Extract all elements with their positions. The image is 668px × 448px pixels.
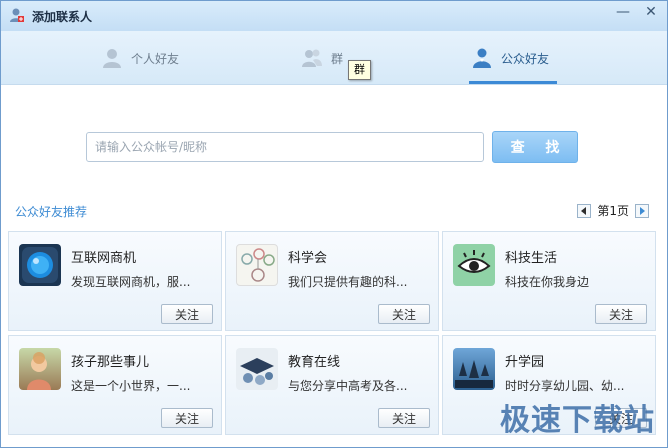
avatar [453, 348, 495, 390]
recommend-card[interactable]: 科技生活 科技在你我身边 关注 [442, 231, 656, 331]
internet-business-icon [22, 247, 58, 283]
card-name: 科技生活 [505, 251, 558, 266]
minimize-icon: — [616, 4, 630, 20]
card-desc: 与您分享中高考及各... [288, 379, 408, 393]
child-photo-icon [27, 352, 51, 390]
follow-button[interactable]: 关注 [161, 408, 213, 428]
window-title: 添加联系人 [32, 10, 93, 24]
card-desc: 这是一个小世界，一... [71, 379, 191, 393]
watermark: 极速下载站 [500, 403, 655, 438]
prev-page-button[interactable] [577, 203, 592, 218]
page-label: 第1页 [597, 204, 629, 218]
card-name: 教育在线 [288, 355, 341, 370]
card-desc: 发现互联网商机，服... [71, 275, 191, 289]
tab-group[interactable]: 群 [301, 31, 343, 85]
tab-label: 群 [331, 51, 344, 66]
follow-button[interactable]: 关注 [161, 304, 213, 324]
follow-button[interactable]: 关注 [378, 408, 430, 428]
recommend-card[interactable]: 科学会 我们只提供有趣的科... 关注 [225, 231, 439, 331]
add-contact-window: 添加联系人 — ✕ 个人好友 群 公众好友 群 请输入公众帐号/昵称 查 找 公… [0, 0, 668, 448]
tab-public-friends[interactable]: 公众好友 [471, 31, 549, 85]
graduation-icon [455, 360, 493, 388]
recommend-card[interactable]: 互联网商机 发现互联网商机，服... 关注 [8, 231, 222, 331]
education-icon [240, 358, 274, 385]
tab-label: 个人好友 [131, 51, 180, 66]
card-name: 互联网商机 [71, 251, 137, 266]
card-name: 升学园 [505, 355, 545, 370]
pager: 第1页 [577, 202, 649, 219]
close-button[interactable]: ✕ [637, 1, 665, 23]
triangle-right-icon [640, 206, 645, 215]
avatar [19, 244, 61, 286]
triangle-left-icon [581, 206, 587, 215]
card-desc: 我们只提供有趣的科... [288, 275, 408, 289]
close-icon: ✕ [645, 4, 657, 20]
follow-button[interactable]: 关注 [595, 304, 647, 324]
tab-label: 公众好友 [501, 51, 550, 66]
tab-personal-friends[interactable]: 个人好友 [101, 31, 179, 85]
minimize-button[interactable]: — [609, 1, 637, 23]
follow-button[interactable]: 关注 [378, 304, 430, 324]
avatar [19, 348, 61, 390]
recommend-card[interactable]: 教育在线 与您分享中高考及各... 关注 [225, 335, 439, 435]
person-icon [103, 49, 121, 68]
group-icon [302, 49, 322, 67]
recommend-title: 公众好友推荐 [15, 205, 88, 219]
tab-bar: 个人好友 群 公众好友 [1, 31, 667, 85]
tooltip: 群 [348, 60, 371, 80]
next-page-button[interactable] [635, 203, 649, 218]
public-account-icon [473, 48, 491, 68]
science-club-icon [241, 248, 275, 282]
avatar [236, 244, 278, 286]
card-name: 科学会 [288, 251, 328, 266]
search-button[interactable]: 查 找 [492, 131, 578, 163]
card-name: 孩子那些事儿 [71, 355, 150, 370]
search-input[interactable] [86, 132, 484, 162]
title-bar[interactable]: 添加联系人 — ✕ [1, 1, 667, 31]
card-desc: 科技在你我身边 [505, 275, 590, 289]
add-contact-icon [10, 8, 24, 22]
eye-icon [457, 250, 491, 273]
card-desc: 时时分享幼儿园、幼... [505, 379, 625, 393]
avatar [453, 244, 495, 286]
recommend-card[interactable]: 孩子那些事儿 这是一个小世界，一... 关注 [8, 335, 222, 435]
avatar [236, 348, 278, 390]
active-tab-indicator [469, 81, 557, 84]
